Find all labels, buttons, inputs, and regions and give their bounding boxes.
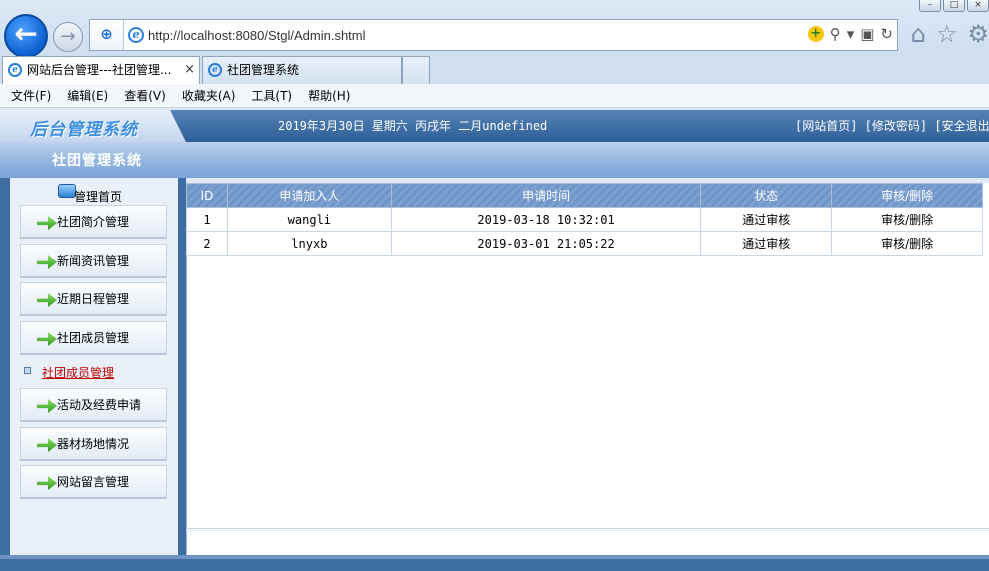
sidebar-item-label: 近期日程管理 bbox=[57, 292, 130, 306]
tab-club-system[interactable]: e 社团管理系统 bbox=[202, 56, 402, 84]
sidebar-item-schedule[interactable]: 近期日程管理 bbox=[20, 282, 167, 316]
cell-id: 2 bbox=[186, 231, 228, 256]
home-icon[interactable]: ⌂ bbox=[911, 20, 926, 48]
sidebar-item-activities[interactable]: 活动及经费申请 bbox=[20, 388, 167, 422]
picture-icon[interactable]: ▣ bbox=[860, 25, 874, 43]
cell-time: 2019-03-01 21:05:22 bbox=[390, 231, 702, 256]
admin-logo: 后台管理系统 bbox=[0, 110, 186, 142]
close-window-icon[interactable]: × bbox=[967, 0, 989, 12]
ie-tab-icon: e bbox=[8, 63, 22, 77]
menu-favorites[interactable]: 收藏夹(A) bbox=[177, 87, 241, 104]
header-links[interactable]: [网站首页] [修改密码] [安全退出] bbox=[795, 117, 989, 134]
table-header-row: ID 申请加入人 申请时间 状态 审核/删除 bbox=[186, 183, 983, 208]
browser-right-icons: ⌂ ☆ ⚙ bbox=[911, 20, 989, 48]
green-arrow-icon bbox=[37, 255, 57, 269]
cell-status: 通过审核 bbox=[700, 231, 833, 256]
tab-label: 社团管理系统 bbox=[227, 63, 300, 77]
sidebar-subitem-label[interactable]: 社团成员管理 bbox=[42, 363, 114, 383]
green-arrow-icon bbox=[37, 216, 57, 230]
col-id: ID bbox=[186, 183, 228, 208]
ie-page-icon: e bbox=[128, 27, 144, 43]
green-arrow-icon bbox=[37, 399, 57, 413]
tab-label: 网站后台管理---社团管理... bbox=[27, 63, 172, 77]
ie-tab-icon: e bbox=[208, 63, 222, 77]
menu-tools[interactable]: 工具(T) bbox=[246, 87, 297, 104]
menu-bar: 文件(F) 编辑(E) 查看(V) 收藏夹(A) 工具(T) 帮助(H) bbox=[0, 84, 989, 108]
sidebar-item-club-intro[interactable]: 社团简介管理 bbox=[20, 205, 167, 239]
review-delete-link[interactable]: 审核/删除 bbox=[831, 231, 983, 256]
sidebar-item-label: 网站留言管理 bbox=[57, 475, 130, 489]
col-applicant: 申请加入人 bbox=[226, 183, 392, 208]
compat-view-icon[interactable]: + bbox=[807, 26, 824, 42]
sidebar-item-label: 活动及经费申请 bbox=[57, 398, 142, 412]
divider bbox=[186, 530, 989, 531]
forward-arrow-icon[interactable]: → bbox=[53, 22, 83, 52]
cell-status: 通过审核 bbox=[700, 207, 833, 232]
dropdown-arrow-icon[interactable]: ▾ bbox=[847, 25, 855, 43]
gear-icon[interactable]: ⚙ bbox=[967, 20, 989, 48]
sidebar-subitem-members[interactable]: 社团成员管理 bbox=[20, 363, 170, 385]
divider bbox=[186, 528, 989, 529]
star-icon[interactable]: ☆ bbox=[936, 20, 958, 48]
main-content: ID 申请加入人 申请时间 状态 审核/删除 1 wangli 2019-03-… bbox=[186, 178, 989, 555]
cell-applicant: lnyxb bbox=[226, 231, 392, 256]
cell-applicant: wangli bbox=[226, 207, 392, 232]
menu-file[interactable]: 文件(F) bbox=[6, 87, 56, 104]
table-row: 2 lnyxb 2019-03-01 21:05:22 通过审核 审核/删除 bbox=[186, 231, 983, 256]
sidebar-item-equipment[interactable]: 器材场地情况 bbox=[20, 427, 167, 461]
address-bar[interactable]: ⊕ e http://localhost:8080/Stgl/Admin.sht… bbox=[89, 19, 898, 51]
menu-help[interactable]: 帮助(H) bbox=[303, 87, 355, 104]
maximize-icon[interactable]: □ bbox=[943, 0, 965, 12]
close-icon[interactable]: × bbox=[184, 57, 195, 83]
review-delete-link[interactable]: 审核/删除 bbox=[831, 207, 983, 232]
page-header: 后台管理系统 2019年3月30日 星期六 丙戌年 二月undefined [网… bbox=[0, 110, 989, 142]
url-text[interactable]: http://localhost:8080/Stgl/Admin.shtml bbox=[148, 28, 366, 43]
tab-strip: e 网站后台管理---社团管理... × e 社团管理系统 bbox=[0, 56, 989, 84]
address-bar-icons: + ⚲ ▾ ▣ ↻ bbox=[807, 25, 893, 43]
sidebar-item-label: 器材场地情况 bbox=[57, 437, 130, 451]
window-controls: – □ × bbox=[919, 0, 989, 12]
logo-text: 后台管理系统 bbox=[30, 120, 138, 140]
green-arrow-icon bbox=[37, 293, 57, 307]
col-apply-time: 申请时间 bbox=[390, 183, 702, 208]
menu-view[interactable]: 查看(V) bbox=[119, 87, 171, 104]
sidebar-item-members[interactable]: 社团成员管理 bbox=[20, 321, 167, 355]
back-arrow-icon[interactable]: ← bbox=[4, 14, 48, 58]
new-tab-button[interactable] bbox=[402, 56, 430, 84]
date-display: 2019年3月30日 星期六 丙戌年 二月undefined bbox=[278, 119, 548, 133]
sidebar-item-label: 社团简介管理 bbox=[57, 215, 130, 229]
sidebar-item-news[interactable]: 新闻资讯管理 bbox=[20, 244, 167, 278]
cell-id: 1 bbox=[186, 207, 228, 232]
browser-toolbar: – □ × ← → ⊕ e http://localhost:8080/Stgl… bbox=[0, 0, 989, 58]
sidebar-home-link[interactable]: 管理首页 bbox=[74, 188, 122, 205]
bullet-icon bbox=[24, 367, 31, 374]
cell-time: 2019-03-18 10:32:01 bbox=[390, 207, 702, 232]
shield-icon[interactable]: ⊕ bbox=[90, 20, 124, 50]
member-application-table: ID 申请加入人 申请时间 状态 审核/删除 1 wangli 2019-03-… bbox=[186, 183, 983, 256]
refresh-icon[interactable]: ↻ bbox=[880, 25, 893, 43]
green-arrow-icon bbox=[37, 476, 57, 490]
system-title-bar: 社团管理系统 bbox=[0, 142, 989, 178]
col-action: 审核/删除 bbox=[831, 183, 983, 208]
sidebar-item-messages[interactable]: 网站留言管理 bbox=[20, 465, 167, 499]
col-status: 状态 bbox=[700, 183, 833, 208]
tab-admin[interactable]: e 网站后台管理---社团管理... × bbox=[2, 56, 200, 84]
minimize-icon[interactable]: – bbox=[919, 0, 941, 12]
menu-edit[interactable]: 编辑(E) bbox=[62, 87, 113, 104]
table-row: 1 wangli 2019-03-18 10:32:01 通过审核 审核/删除 bbox=[186, 207, 983, 232]
sidebar-item-label: 新闻资讯管理 bbox=[57, 254, 130, 268]
green-arrow-icon bbox=[37, 438, 57, 452]
search-icon[interactable]: ⚲ bbox=[830, 25, 841, 43]
green-arrow-icon bbox=[37, 332, 57, 346]
system-title: 社团管理系统 bbox=[52, 153, 142, 169]
sidebar-item-label: 社团成员管理 bbox=[57, 331, 130, 345]
page-footer bbox=[0, 555, 989, 571]
